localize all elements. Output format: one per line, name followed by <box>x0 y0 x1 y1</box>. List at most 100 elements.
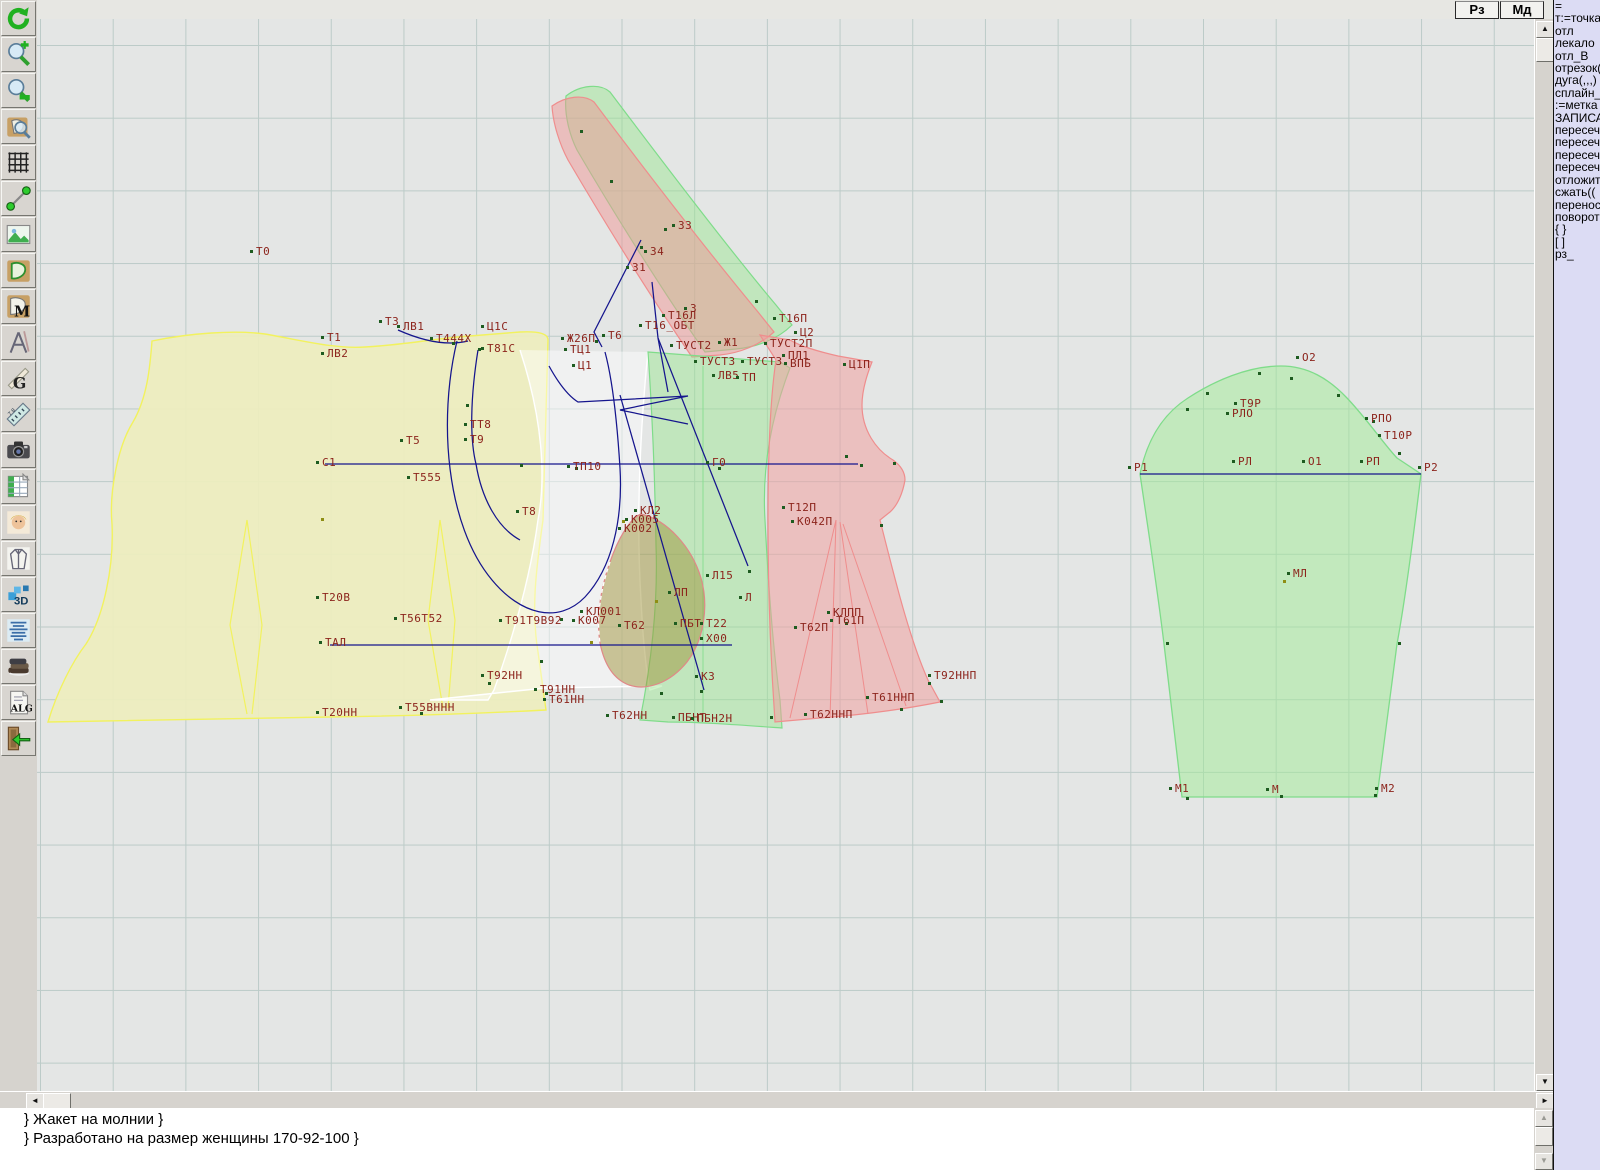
books-icon[interactable] <box>1 649 36 684</box>
point-marker <box>316 596 319 599</box>
point-marker <box>516 510 519 513</box>
list-icon[interactable] <box>1 613 36 648</box>
point-label: Л <box>745 591 752 604</box>
alg-icon[interactable]: ALG <box>1 685 36 720</box>
point-label: ТТ8 <box>470 418 491 431</box>
command-item-18[interactable]: { } <box>1554 223 1600 235</box>
point-marker <box>580 130 583 133</box>
segment-icon[interactable] <box>1 181 36 216</box>
point-marker <box>900 708 903 711</box>
point-label: Т20В <box>322 591 351 604</box>
point-marker <box>674 622 677 625</box>
canvas-hscrollbar[interactable]: ◄ ► <box>0 1091 1553 1109</box>
point-label: Т91Т9В92 <box>505 614 562 627</box>
textarea-scroll-thumb[interactable] <box>1535 1127 1553 1146</box>
point-marker <box>1290 377 1293 380</box>
piece-m-icon[interactable]: M <box>1 289 36 324</box>
scroll-down-icon[interactable]: ▼ <box>1536 1074 1554 1091</box>
piece-green-icon[interactable] <box>1 253 36 288</box>
point-marker <box>755 300 758 303</box>
point-marker <box>773 317 776 320</box>
piece-zoom-icon[interactable] <box>1 109 36 144</box>
point-marker <box>1296 356 1299 359</box>
point-marker <box>880 524 883 527</box>
table-icon[interactable] <box>1 469 36 504</box>
point-marker <box>399 706 402 709</box>
point-label: ЛВ5 <box>718 369 739 382</box>
point-label: ПБН2Н <box>697 712 733 725</box>
point-marker <box>316 461 319 464</box>
camera-icon[interactable] <box>1 433 36 468</box>
ruler-icon[interactable]: 7 8 <box>1 397 36 432</box>
textarea-vscrollbar[interactable]: ▲ ▼ <box>1534 1108 1553 1170</box>
command-item-20[interactable]: рз_ <box>1554 248 1600 260</box>
point-label: Р2 <box>1424 461 1438 474</box>
point-label: Т92НН <box>487 669 523 682</box>
picture-icon[interactable] <box>1 217 36 252</box>
command-item-6[interactable]: дуга(,,,) <box>1554 74 1600 86</box>
point-label: Т22 <box>706 617 727 630</box>
zoom-in-icon[interactable] <box>1 37 36 72</box>
point-label: Т55ВННН <box>405 701 455 714</box>
point-marker <box>845 455 848 458</box>
jacket-icon[interactable] <box>1 541 36 576</box>
sleeve-piece[interactable] <box>1140 366 1421 797</box>
point-label: ТУСТ2 <box>676 339 712 352</box>
point-marker <box>319 641 322 644</box>
front-piece-red[interactable] <box>760 335 940 722</box>
grid-icon[interactable] <box>1 145 36 180</box>
command-item-13[interactable]: пересеч <box>1554 161 1600 173</box>
point-marker <box>430 337 433 340</box>
point-marker <box>1287 572 1290 575</box>
scroll-up-icon[interactable]: ▲ <box>1536 21 1554 38</box>
point-marker <box>1206 392 1209 395</box>
point-marker <box>893 462 896 465</box>
photo-icon[interactable] <box>1 505 36 540</box>
command-item-3[interactable]: лекало <box>1554 37 1600 49</box>
point-label: Т62П <box>800 621 829 634</box>
point-label: Т1 <box>327 331 341 344</box>
point-marker <box>928 682 931 685</box>
point-marker <box>540 660 543 663</box>
collar-piece-red[interactable] <box>552 97 774 357</box>
zoom-out-icon[interactable] <box>1 73 36 108</box>
command-item-15[interactable]: сжать(( <box>1554 186 1600 198</box>
point-label: З1 <box>632 261 646 274</box>
point-marker <box>694 360 697 363</box>
script-text-area[interactable]: } Жакет на молнии } } Разработано на раз… <box>0 1108 1534 1170</box>
point-marker <box>736 376 739 379</box>
scroll-up-icon[interactable]: ▲ <box>1535 1110 1553 1127</box>
undo-icon[interactable] <box>1 1 36 36</box>
point-label: МЛ <box>1293 567 1307 580</box>
canvas-vscrollbar[interactable]: ▲ ▼ <box>1534 19 1554 1091</box>
point-marker <box>250 250 253 253</box>
threed-icon[interactable]: 3D <box>1 577 36 612</box>
pattern-canvas[interactable]: Т0Т3ЛВ1Т1Т444ХЦ1СЛВ2Т81СЖ26ПТЦ1Ц1Т6ЗТ16Л… <box>37 19 1534 1091</box>
point-marker <box>1378 434 1381 437</box>
hscroll-thumb[interactable] <box>43 1093 71 1109</box>
point-marker <box>1337 394 1340 397</box>
point-marker <box>464 423 467 426</box>
ruler-g-icon[interactable]: G <box>1 361 36 396</box>
point-label: ЛВ2 <box>327 347 348 360</box>
point-marker <box>741 360 744 363</box>
rz-button[interactable]: Рз <box>1455 1 1499 19</box>
point-marker <box>561 337 564 340</box>
point-label: О1 <box>1308 455 1322 468</box>
point-marker <box>580 610 583 613</box>
point-marker <box>706 461 709 464</box>
command-item-11[interactable]: пересеч <box>1554 136 1600 148</box>
exit-icon[interactable] <box>1 721 36 756</box>
command-item-8[interactable]: :=метка <box>1554 99 1600 111</box>
compass-icon[interactable] <box>1 325 36 360</box>
command-item-1[interactable]: т:=точка <box>1554 12 1600 24</box>
point-label: Т0 <box>256 245 270 258</box>
vscroll-thumb[interactable] <box>1536 38 1554 62</box>
scroll-down-icon[interactable]: ▼ <box>1535 1153 1553 1170</box>
point-label: Т9 <box>470 433 484 446</box>
point-marker <box>1232 460 1235 463</box>
pattern-drawing: Т0Т3ЛВ1Т1Т444ХЦ1СЛВ2Т81СЖ26ПТЦ1Ц1Т6ЗТ16Л… <box>37 19 1534 1091</box>
point-marker <box>543 698 546 701</box>
point-label: Т92ННП <box>934 669 977 682</box>
md-button[interactable]: Мд <box>1500 1 1544 19</box>
